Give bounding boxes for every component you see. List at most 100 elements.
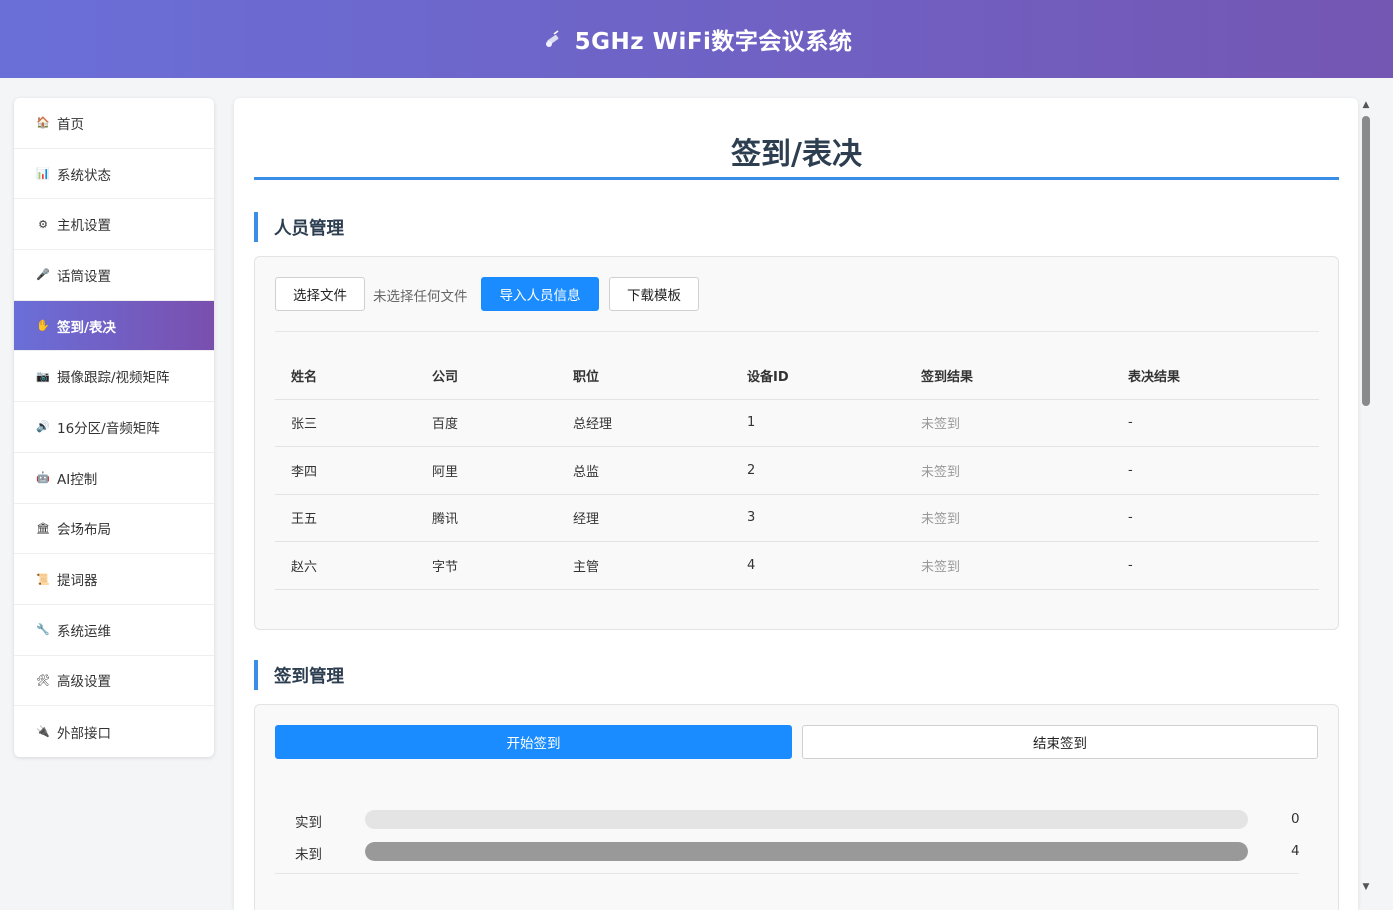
personnel-table: 姓名 公司 职位 设备ID 签到结果 表决结果 张三 百度 总经理 1 未签到 - 李四 阿里 总监 2 未签… [275,353,1319,590]
raised-hand-icon: ✋ [36,319,50,333]
start-signin-button[interactable]: 开始签到 [275,725,792,759]
sidebar-item-7[interactable]: 🤖 AI控制 [14,453,214,504]
main-panel: 签到/表决 人员管理 选择文件 未选择任何文件 导入人员信息 下载模板 姓名 公司… [234,98,1358,910]
scroll-up-icon[interactable]: ▲ [1361,100,1371,110]
scroll-down-icon[interactable]: ▼ [1361,882,1371,892]
sidebar-item-label: AI控制 [57,471,98,488]
table-cell: 未签到 [905,494,1112,542]
table-cell: 未签到 [905,446,1112,495]
personnel-section-title: 人员管理 [254,212,344,242]
table-cell: 未签到 [905,399,1112,447]
signin-section-title: 签到管理 [254,660,344,690]
sidebar-item-2[interactable]: ⚙ 主机设置 [14,199,214,251]
bar-chart-icon: 📊 [36,167,50,181]
table-cell: - [1112,446,1319,495]
table-cell: - [1112,399,1319,447]
table-row: 王五 腾讯 经理 3 未签到 - [275,494,1319,542]
sidebar-item-label: 系统状态 [57,167,111,184]
sidebar-item-label: 提词器 [57,573,98,590]
sidebar-item-9[interactable]: 📜 提词器 [14,554,214,605]
download-template-button[interactable]: 下载模板 [609,277,699,311]
table-cell: 张三 [275,399,416,447]
tools-icon: 🛠 [36,673,50,687]
sidebar-item-8[interactable]: 🏛 会场布局 [14,504,214,555]
sidebar-item-label: 首页 [57,116,84,133]
table-cell: 4 [731,541,905,590]
app-header: 5GHz WiFi数字会议系统 [0,0,1393,78]
building-icon: 🏛 [36,521,50,535]
table-cell: 主管 [557,541,731,590]
table-cell: 字节 [416,541,557,590]
absent-progress-bar [365,842,1248,861]
table-cell: 赵六 [275,541,416,590]
column-header: 职位 [557,353,731,400]
personnel-card: 选择文件 未选择任何文件 导入人员信息 下载模板 姓名 公司 职位 设备ID 签到结果表… [254,256,1339,630]
sidebar-item-11[interactable]: 🛠 高级设置 [14,656,214,707]
sidebar-item-label: 签到/表决 [57,319,116,336]
sidebar-item-6[interactable]: 🔊 16分区/音频矩阵 [14,402,214,453]
table-cell: 未签到 [905,541,1112,590]
absent-progress-fill [365,842,1248,861]
sidebar-item-label: 16分区/音频矩阵 [57,420,160,437]
table-cell: 阿里 [416,446,557,495]
sidebar-item-label: 摄像跟踪/视频矩阵 [57,370,170,387]
satellite-icon [541,27,565,51]
sidebar-item-12[interactable]: 🔌 外部接口 [14,706,214,757]
table-cell: 腾讯 [416,494,557,542]
robot-icon: 🤖 [36,471,50,485]
scroll-icon: 📜 [36,572,50,586]
sidebar-item-10[interactable]: 🔧 系统运维 [14,605,214,656]
page-scrollbar[interactable]: ▲ ▼ [1359,98,1373,910]
camera-icon: 📷 [36,369,50,383]
microphone-icon: 🎤 [36,268,50,282]
present-progress-bar [365,810,1248,829]
table-row: 张三 百度 总经理 1 未签到 - [275,399,1319,447]
table-cell: 3 [731,494,905,542]
sidebar-item-1[interactable]: 📊 系统状态 [14,149,214,200]
import-personnel-button[interactable]: 导入人员信息 [481,277,599,311]
sidebar-item-label: 系统运维 [57,623,111,640]
sidebar-item-label: 主机设置 [57,218,111,235]
sidebar-item-0[interactable]: 🏠 首页 [14,98,214,149]
sidebar-item-4[interactable]: ✋ 签到/表决 [14,300,214,352]
table-cell: - [1112,541,1319,590]
end-signin-button[interactable]: 结束签到 [802,725,1318,759]
choose-file-button[interactable]: 选择文件 [275,277,365,311]
table-row: 赵六 字节 主管 4 未签到 - [275,541,1319,590]
sidebar-item-3[interactable]: 🎤 话筒设置 [14,250,214,301]
sidebar-item-label: 外部接口 [57,725,111,742]
table-cell: 百度 [416,399,557,447]
plug-icon: 🔌 [36,725,50,739]
present-label: 实到 [295,815,322,831]
gear-icon: ⚙ [38,217,48,231]
table-row: 李四 阿里 总监 2 未签到 - [275,446,1319,495]
table-cell: 1 [731,399,905,447]
wrench-icon: 🔧 [36,623,50,637]
absent-count: 4 [1291,843,1300,859]
table-cell: 李四 [275,446,416,495]
sidebar-item-label: 会场布局 [57,522,111,539]
present-count: 0 [1291,811,1300,827]
absent-label: 未到 [295,847,322,863]
table-cell: 2 [731,446,905,495]
sidebar-item-label: 话筒设置 [57,268,111,285]
table-cell: - [1112,494,1319,542]
table-cell: 总经理 [557,399,731,447]
sidebar-item-5[interactable]: 📷 摄像跟踪/视频矩阵 [14,351,214,403]
column-header: 签到结果 [905,353,1112,400]
file-status-text: 未选择任何文件 [373,289,468,305]
column-header: 设备ID [731,353,905,400]
table-header-row: 姓名 公司 职位 设备ID 签到结果 表决结果 [275,353,1319,400]
table-cell: 总监 [557,446,731,495]
home-icon: 🏠 [36,116,50,130]
table-cell: 王五 [275,494,416,542]
scrollbar-thumb[interactable] [1362,116,1370,406]
table-cell: 经理 [557,494,731,542]
stats-divider [275,873,1299,874]
sidebar-nav: 🏠 首页 📊 系统状态 ⚙ 主机设置 🎤 话筒设置 ✋ 签到/表决 📷 摄像跟踪/视频矩阵 🔊 16分区/… [14,98,214,757]
card-divider [275,331,1319,332]
column-header: 公司 [416,353,557,400]
signin-card: 开始签到 结束签到 实到 0 未到 4 [254,704,1339,910]
page-title: 签到/表决 [254,124,1339,180]
speaker-icon: 🔊 [36,420,50,434]
